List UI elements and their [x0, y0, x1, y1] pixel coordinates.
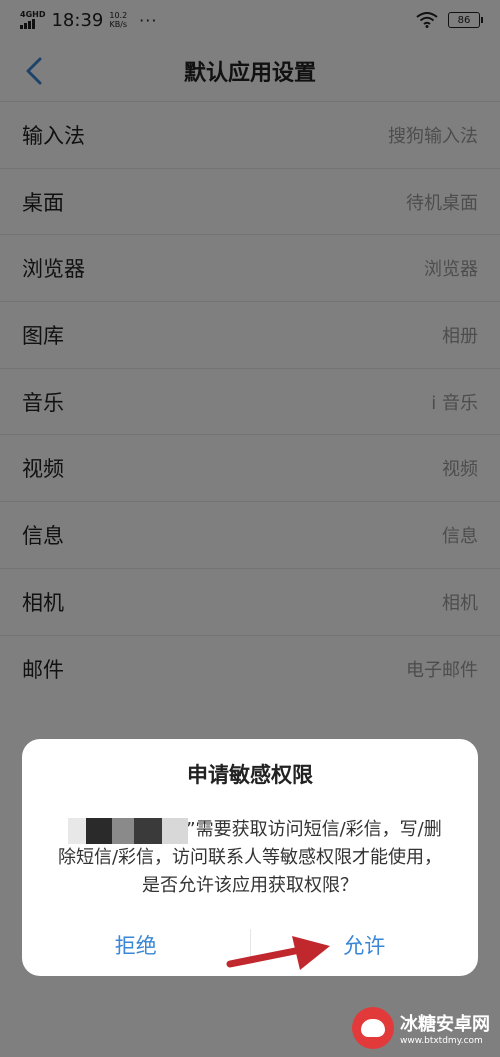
- app-name-redaction: [68, 818, 188, 844]
- watermark-logo-icon: [352, 1007, 394, 1049]
- dialog-title: 申请敏感权限: [187, 763, 313, 787]
- watermark-name: 冰糖安卓网: [400, 1014, 490, 1035]
- watermark-url: www.btxtdmy.com: [400, 1036, 483, 1046]
- red-arrow-annotation: [226, 936, 330, 970]
- site-watermark: 冰糖安卓网 www.btxtdmy.com: [352, 1000, 500, 1056]
- deny-button[interactable]: 拒绝: [22, 921, 250, 969]
